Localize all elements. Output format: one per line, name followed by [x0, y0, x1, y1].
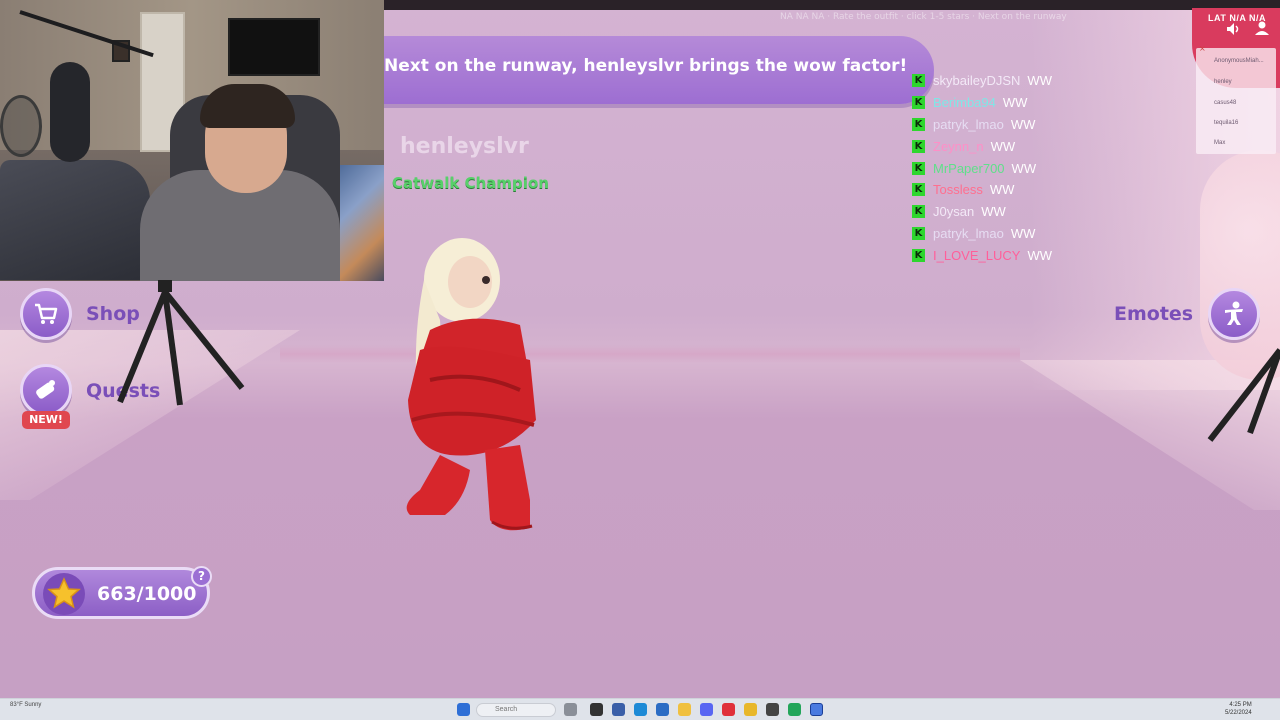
- clock-date: 5/22/2024: [1225, 710, 1252, 716]
- star-circle: [43, 573, 85, 615]
- close-icon[interactable]: ×: [1199, 44, 1206, 53]
- webcam-person-hair: [200, 84, 295, 128]
- active-app-icon[interactable]: [810, 703, 823, 716]
- new-badge: NEW!: [22, 411, 70, 429]
- chat-text: WW: [1027, 247, 1052, 263]
- star-progress: 663/1000: [32, 567, 210, 619]
- chat-message: Kpatryk_lmao WW: [912, 223, 1112, 245]
- chat-badge-icon: K: [912, 226, 925, 240]
- star-icon: [47, 577, 81, 609]
- chat-username[interactable]: I_LOVE_LUCY: [933, 248, 1020, 263]
- app-icon[interactable]: [656, 703, 669, 716]
- chat-text: WW: [1027, 73, 1052, 89]
- webcam-feed: [0, 0, 384, 281]
- webcam-tv: [228, 18, 320, 76]
- chat-message: K Zeynn_n WW: [912, 135, 1112, 157]
- chat-badge-icon: K: [912, 117, 925, 131]
- taskbar-clock[interactable]: 4:25 PM 5/22/2024: [1225, 701, 1252, 717]
- chat-badge-icon: K: [912, 183, 925, 197]
- app-icon[interactable]: [590, 703, 603, 716]
- chat-message: K J0ysan WW: [912, 201, 1112, 223]
- taskbar-search[interactable]: Search: [476, 703, 556, 717]
- chat-username[interactable]: Berimba94: [933, 95, 996, 110]
- chat-feed: KskybaileyDJSN WW K Berimba94 WW Kpatryk_lmao…: [912, 70, 1112, 266]
- app-icon[interactable]: [612, 703, 625, 716]
- chat-message: K I_LOVE_LUCY WW: [912, 244, 1112, 266]
- chat-username[interactable]: Zeynn_n: [933, 139, 984, 154]
- chat-badge-icon: K: [912, 96, 925, 110]
- chrome-icon[interactable]: [744, 703, 757, 716]
- chat-username[interactable]: MrPaper700: [933, 161, 1005, 176]
- emotes-button[interactable]: [1208, 288, 1260, 340]
- shop-button[interactable]: [20, 288, 72, 340]
- player-list-item[interactable]: AnonymousMiah...: [1214, 58, 1264, 64]
- player-list: × AnonymousMiah... henley casus48 tequil…: [1196, 44, 1276, 154]
- chat-text: WW: [989, 182, 1015, 198]
- edge-icon[interactable]: [634, 703, 647, 716]
- dancing-figure-icon: [1225, 301, 1243, 325]
- app-icon[interactable]: [564, 703, 577, 716]
- chat-username[interactable]: J0ysan: [933, 204, 974, 219]
- webcam-microphone: [50, 62, 90, 162]
- chat-text: WW: [1002, 95, 1028, 111]
- scroll-icon: [36, 380, 55, 399]
- faded-overlay-text: NA NA NA · Rate the outfit · click 1-5 s…: [780, 12, 1067, 22]
- chat-text: WW: [1011, 160, 1037, 176]
- chat-username[interactable]: patryk_lmao: [933, 226, 1004, 241]
- chat-message: K Tossless WW: [912, 179, 1112, 201]
- speaker-icon[interactable]: [1226, 22, 1240, 36]
- player-list-item[interactable]: henley: [1214, 79, 1232, 85]
- chat-badge-icon: K: [912, 248, 925, 262]
- player-title-tag: Catwalk Champion: [392, 174, 549, 192]
- clock-time: 4:25 PM: [1229, 702, 1252, 708]
- webcam-fan: [0, 95, 42, 157]
- top-strip: [384, 0, 1280, 10]
- cart-icon: [35, 303, 58, 324]
- help-button[interactable]: ?: [191, 566, 212, 587]
- chat-username[interactable]: Tossless: [933, 182, 983, 197]
- windows-taskbar: 83°F Sunny Search 4:25 PM 5/22/2024: [0, 698, 1280, 720]
- player-list-item[interactable]: Max: [1214, 140, 1225, 146]
- chat-text: WW: [990, 138, 1016, 154]
- chat-message: K Berimba94 WW: [912, 92, 1112, 114]
- banner-text: Next on the runway, henleyslvr brings th…: [384, 56, 908, 76]
- player-avatar: [406, 238, 536, 531]
- camera-tripod: [1207, 348, 1280, 442]
- app-icon[interactable]: [788, 703, 801, 716]
- chat-message: KskybaileyDJSN WW: [912, 70, 1112, 92]
- chat-message: K MrPaper700 WW: [912, 157, 1112, 179]
- player-list-item[interactable]: casus48: [1214, 100, 1236, 106]
- discord-icon[interactable]: [700, 703, 713, 716]
- player-list-item[interactable]: tequila16: [1214, 120, 1238, 126]
- chat-username[interactable]: skybaileyDJSN: [933, 73, 1020, 88]
- chat-username[interactable]: patryk_lmao: [933, 117, 1004, 132]
- chat-badge-icon: K: [912, 205, 925, 219]
- player-name-tag: henleyslvr: [400, 134, 529, 159]
- chat-text: WW: [1010, 225, 1036, 241]
- app-icon[interactable]: [766, 703, 779, 716]
- camera-tripod: [117, 280, 245, 406]
- start-icon[interactable]: [457, 703, 470, 716]
- chat-text: WW: [981, 204, 1006, 220]
- chat-message: Kpatryk_lmao WW: [912, 114, 1112, 136]
- user-icon[interactable]: [1254, 20, 1270, 36]
- chat-badge-icon: K: [912, 74, 925, 88]
- score-value: 663/1000: [97, 583, 197, 605]
- chat-text: WW: [1010, 116, 1036, 132]
- emotes-label[interactable]: Emotes: [1114, 303, 1193, 325]
- quests-button[interactable]: [20, 364, 72, 416]
- webcam-clothes-pile: [0, 160, 150, 280]
- runway-announcement-banner: Next on the runway, henleyslvr brings th…: [384, 36, 934, 104]
- chat-badge-icon: K: [912, 161, 925, 175]
- weather-widget[interactable]: 83°F Sunny: [10, 701, 41, 709]
- app-icon[interactable]: [722, 703, 735, 716]
- chat-badge-icon: K: [912, 139, 925, 153]
- folder-icon[interactable]: [678, 703, 691, 716]
